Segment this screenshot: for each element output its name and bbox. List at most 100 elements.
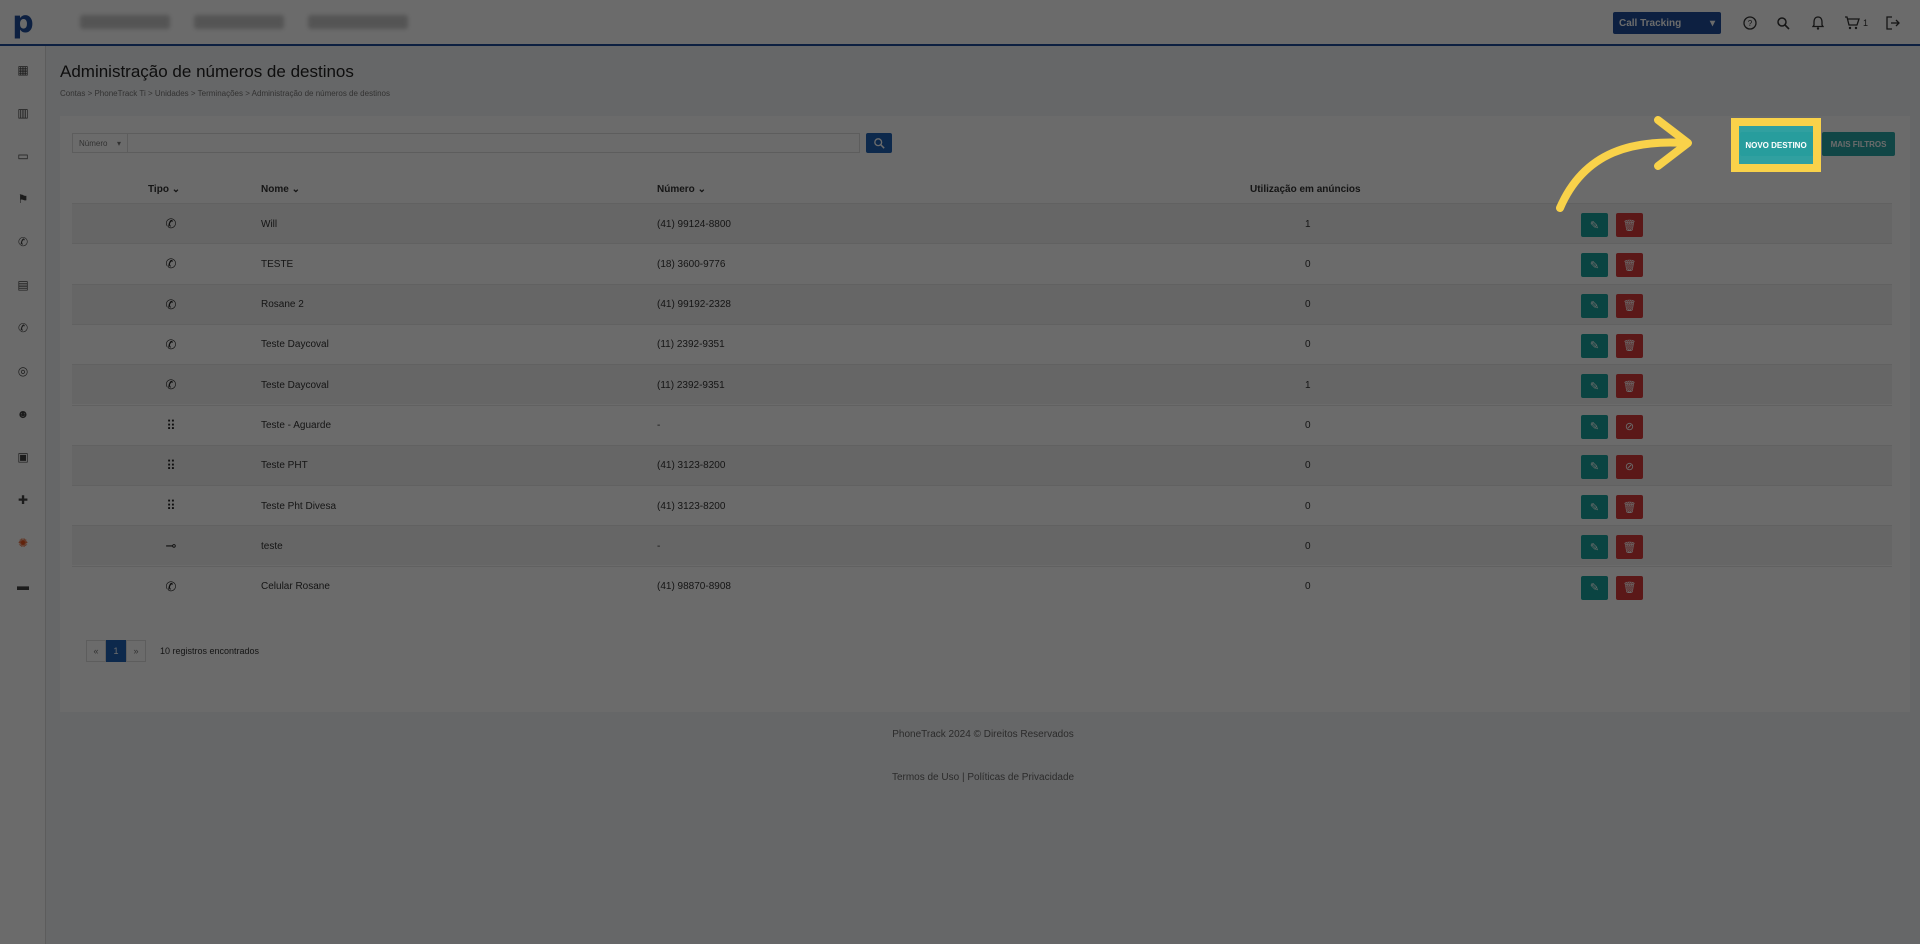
block-button[interactable]: ⊘ (1616, 454, 1643, 479)
column-header-label: Nome (261, 184, 289, 195)
edit-button[interactable]: ✎ (1581, 495, 1608, 520)
puzzle-icon[interactable]: ✚ (15, 492, 31, 508)
trash-icon: 🗑︎ (1622, 541, 1637, 554)
cell-nome: Teste PHT (261, 460, 308, 472)
delete-button[interactable]: 🗑︎ (1616, 495, 1643, 520)
table-row: ✆ Rosane 2 (41) 99192-2328 0 ✎ 🗑︎ (72, 283, 1892, 324)
phone-icon: ✆ (165, 336, 177, 352)
delete-button[interactable]: 🗑︎ (1616, 535, 1643, 560)
top-bar: p Call Tracking ▾ ? 1 (0, 0, 1920, 46)
product-select-label: Call Tracking (1618, 17, 1682, 29)
page-title: Administração de números de destinos (60, 62, 354, 81)
phone-icon: ✆ (165, 296, 177, 312)
block-icon: ⊘ (1624, 421, 1635, 433)
cell-numero: (41) 99124-8800 (657, 218, 731, 230)
cell-utilizacao: 0 (1305, 460, 1311, 472)
top-right-actions: Call Tracking ▾ ? 1 (1612, 12, 1902, 34)
edit-button[interactable]: ✎ (1581, 374, 1608, 399)
edit-icon: ✎ (1589, 259, 1600, 272)
phone-icon: ✆ (165, 256, 177, 272)
chevron-down-icon: ▾ (1709, 17, 1715, 29)
settings-icon[interactable]: ✺ (15, 535, 31, 551)
edit-icon: ✎ (1589, 340, 1600, 353)
logout-icon[interactable] (1884, 14, 1902, 32)
cell-nome: Teste Daycoval (261, 379, 329, 391)
cell-nome: Teste - Aguarde (261, 420, 332, 431)
edit-icon: ✎ (1589, 582, 1600, 595)
circle-icon[interactable]: ◎ (15, 363, 31, 379)
edit-button[interactable]: ✎ (1581, 454, 1608, 479)
search-field-select[interactable]: Número ▾ (72, 133, 128, 153)
blurred-nav-item (308, 15, 408, 29)
blurred-nav-item (80, 15, 170, 29)
cell-utilizacao: 0 (1305, 420, 1311, 431)
cell-utilizacao: 0 (1305, 299, 1311, 311)
cell-nome: Rosane 2 (261, 299, 304, 311)
edit-button[interactable]: ✎ (1581, 333, 1608, 358)
delete-button[interactable]: 🗑︎ (1616, 374, 1643, 399)
edit-button[interactable]: ✎ (1581, 253, 1608, 278)
pagination: « 1 » 10 registros encontrados (86, 640, 259, 662)
cart-icon[interactable] (1843, 14, 1861, 32)
column-header-utilizacao: Utilização em anúncios (1250, 184, 1361, 195)
search-icon[interactable] (1775, 14, 1793, 32)
bell-icon[interactable] (1809, 14, 1827, 32)
edit-icon: ✎ (1589, 421, 1600, 433)
table-row: ✆ Celular Rosane (41) 98870-8908 0 ✎ 🗑︎ (72, 565, 1892, 606)
contact-card-icon[interactable]: ▤ (15, 277, 31, 293)
buildings-icon[interactable]: ▥ (15, 105, 31, 121)
delete-button[interactable]: 🗑︎ (1616, 333, 1643, 358)
phone-in-icon[interactable]: ✆ (15, 320, 31, 336)
store-icon[interactable]: ▬ (15, 578, 31, 594)
cell-nome: Celular Rosane (261, 581, 330, 593)
delete-button[interactable]: 🗑︎ (1616, 575, 1643, 600)
library-icon[interactable]: ▣ (15, 449, 31, 465)
edit-button[interactable]: ✎ (1581, 575, 1608, 600)
edit-icon: ✎ (1589, 541, 1600, 554)
edit-button[interactable]: ✎ (1581, 535, 1608, 560)
voicemail-icon: ⊸ (165, 538, 177, 554)
pagination-prev[interactable]: « (86, 640, 106, 662)
column-header-label: Utilização em anúncios (1250, 184, 1361, 195)
cell-utilizacao: 0 (1305, 540, 1311, 552)
phone-icon[interactable]: ✆ (15, 234, 31, 250)
phone-icon: ✆ (165, 377, 177, 393)
cell-numero: (41) 3123-8200 (657, 500, 726, 512)
footer-links[interactable]: Termos de Uso | Políticas de Privacidade (0, 772, 1920, 783)
phone-icon: ✆ (165, 578, 177, 594)
sort-icon: ⌄ (171, 184, 181, 195)
cell-nome: Teste Pht Divesa (261, 500, 337, 512)
breadcrumb[interactable]: Contas > PhoneTrack Ti > Unidades > Term… (60, 89, 390, 98)
trash-icon: 🗑︎ (1622, 380, 1637, 393)
column-header-nome[interactable]: Nome ⌄ (261, 184, 300, 195)
block-button[interactable]: ⊘ (1616, 414, 1643, 439)
cell-numero: (41) 3123-8200 (657, 460, 726, 472)
cell-numero: (18) 3600-9776 (657, 258, 726, 270)
briefcase-icon[interactable]: ▭ (15, 148, 31, 164)
table-row: ⠿ Teste Pht Divesa (41) 3123-8200 0 ✎ 🗑︎ (72, 485, 1892, 525)
cell-numero: (11) 2392-9351 (657, 379, 725, 391)
cell-utilizacao: 0 (1305, 581, 1311, 593)
search-input[interactable] (128, 133, 860, 153)
delete-button[interactable]: 🗑︎ (1616, 253, 1643, 278)
edit-button[interactable]: ✎ (1581, 293, 1608, 318)
logo-mark: p (12, 4, 34, 40)
help-icon[interactable]: ? (1741, 14, 1759, 32)
column-header-numero[interactable]: Número ⌄ (657, 184, 706, 195)
delete-button[interactable]: 🗑︎ (1616, 293, 1643, 318)
edit-button[interactable]: ✎ (1581, 414, 1608, 439)
mais-filtros-button[interactable]: MAIS FILTROS (1822, 132, 1895, 156)
dashboard-icon[interactable]: ▦ (15, 62, 31, 78)
pagination-page[interactable]: 1 (106, 640, 126, 662)
users-icon[interactable]: ☻ (15, 406, 31, 422)
flag-icon[interactable]: ⚑ (15, 191, 31, 207)
product-select[interactable]: Call Tracking ▾ (1612, 12, 1721, 34)
pagination-next[interactable]: » (126, 640, 146, 662)
blurred-nav (80, 15, 408, 29)
table-row: ✆ Teste Daycoval (11) 2392-9351 1 ✎ 🗑︎ (72, 364, 1892, 405)
sort-icon: ⌄ (697, 184, 706, 195)
column-header-tipo[interactable]: Tipo ⌄ (148, 184, 180, 195)
logo[interactable]: p (0, 0, 46, 45)
svg-text:?: ? (1748, 19, 1753, 28)
search-button[interactable] (866, 133, 892, 153)
